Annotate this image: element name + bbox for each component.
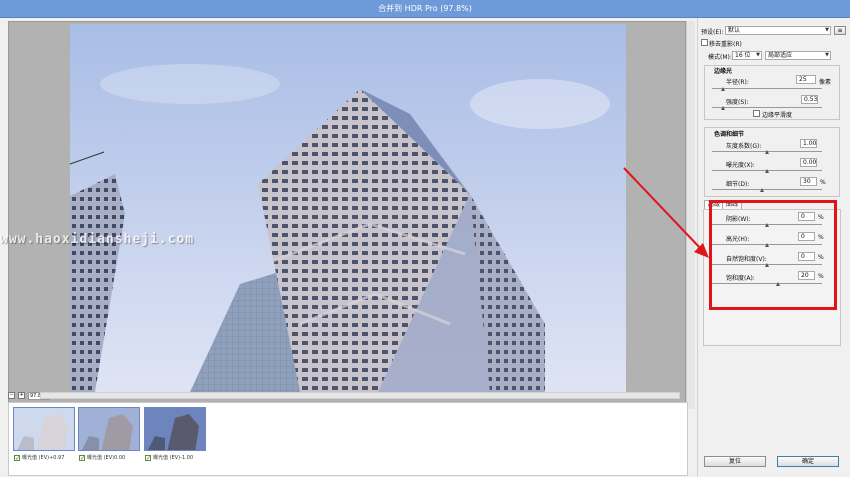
image-canvas <box>8 21 686 409</box>
source-filmstrip: ✓ 曝光值 (EV)+0.97 ✓ 曝光值 (EV)0.00 ✓ 曝光值 (EV… <box>8 402 688 476</box>
watermark-text: www.haoxidiansheji.com <box>0 232 195 247</box>
preset-select[interactable]: 默认 ▼ <box>725 26 831 35</box>
thumbnail-caption: ✓ 曝光值 (EV)0.00 <box>79 454 125 461</box>
detail-slider[interactable] <box>712 189 822 190</box>
gamma-input[interactable]: 1.00 <box>800 139 817 148</box>
radius-input[interactable]: 25 <box>796 75 816 84</box>
thumbnail-caption: ✓ 曝光值 (EV)-1.00 <box>145 454 193 461</box>
reset-button[interactable]: 复位 <box>704 456 766 467</box>
horizontal-scrollbar[interactable] <box>40 392 680 399</box>
edge-glow-title: 边缘光 <box>714 68 733 75</box>
remove-ghosts-checkbox[interactable] <box>701 39 708 46</box>
bit-depth-select[interactable]: 16 位 ▼ <box>732 51 762 60</box>
detail-input[interactable]: 30 <box>800 177 817 186</box>
detail-label: 细节(D): <box>726 181 750 188</box>
annotation-highlight-box <box>709 200 837 310</box>
menu-icon: ≡ <box>837 27 843 34</box>
zoom-in-button[interactable]: + <box>18 392 25 399</box>
window-title: 合并到 HDR Pro (97.8%) <box>0 0 850 18</box>
source-thumbnail[interactable] <box>13 407 75 451</box>
strength-slider[interactable] <box>712 107 822 108</box>
smooth-edges-label: 边缘平滑度 <box>762 112 793 119</box>
source-thumbnail[interactable] <box>144 407 206 451</box>
radius-slider-handle[interactable] <box>721 87 725 91</box>
exposure-label: 曝光值 (EV)0.00 <box>87 455 126 461</box>
radius-slider[interactable] <box>712 88 822 89</box>
preset-menu-button[interactable]: ≡ <box>834 26 846 35</box>
thumbnail-caption: ✓ 曝光值 (EV)+0.97 <box>14 454 64 461</box>
exposure-label: 曝光值 (EV)+0.97 <box>22 455 65 461</box>
preset-value: 默认 <box>728 27 741 34</box>
vertical-scrollbar[interactable] <box>686 21 695 409</box>
mode-label: 模式(M): <box>708 54 732 61</box>
remove-ghosts-label: 移去重影(R) <box>709 41 742 48</box>
smooth-edges-checkbox[interactable] <box>753 110 760 117</box>
zoom-out-button[interactable]: − <box>8 392 15 399</box>
detail-unit: % <box>820 179 826 186</box>
include-checkbox[interactable]: ✓ <box>14 454 20 461</box>
exposure-label: 曝光度(X): <box>726 162 755 169</box>
preview-photo <box>70 24 626 392</box>
exposure-input[interactable]: 0.00 <box>800 158 817 167</box>
exposure-slider-handle[interactable] <box>765 169 769 173</box>
preset-label: 预设(E): <box>701 29 724 36</box>
strength-input[interactable]: 0.53 <box>801 95 818 104</box>
include-checkbox[interactable]: ✓ <box>145 454 151 461</box>
chevron-down-icon: ▼ <box>825 52 829 58</box>
chevron-down-icon: ▼ <box>756 52 760 58</box>
exposure-label: 曝光值 (EV)-1.00 <box>153 455 194 461</box>
source-thumbnail[interactable] <box>78 407 140 451</box>
gamma-label: 灰度系数(G): <box>726 143 762 150</box>
tone-detail-title: 色调和细节 <box>714 131 745 138</box>
radius-unit: 像素 <box>819 79 832 86</box>
gamma-slider-handle[interactable] <box>765 150 769 154</box>
method-select[interactable]: 局部适应 ▼ <box>765 51 831 60</box>
preview-area: − + 97.8% ✓ 曝光值 (EV)+0.97 ✓ 曝光值 (EV)0.00… <box>0 18 697 477</box>
detail-slider-handle[interactable] <box>759 188 764 192</box>
include-checkbox[interactable]: ✓ <box>79 454 85 461</box>
ok-button[interactable]: 确定 <box>777 456 839 467</box>
method-value: 局部适应 <box>768 52 793 59</box>
strength-slider-handle[interactable] <box>721 106 725 110</box>
radius-label: 半径(R): <box>726 79 749 86</box>
bit-depth-value: 16 位 <box>735 52 751 59</box>
strength-label: 强度(S): <box>726 99 749 106</box>
chevron-down-icon: ▼ <box>825 27 829 33</box>
